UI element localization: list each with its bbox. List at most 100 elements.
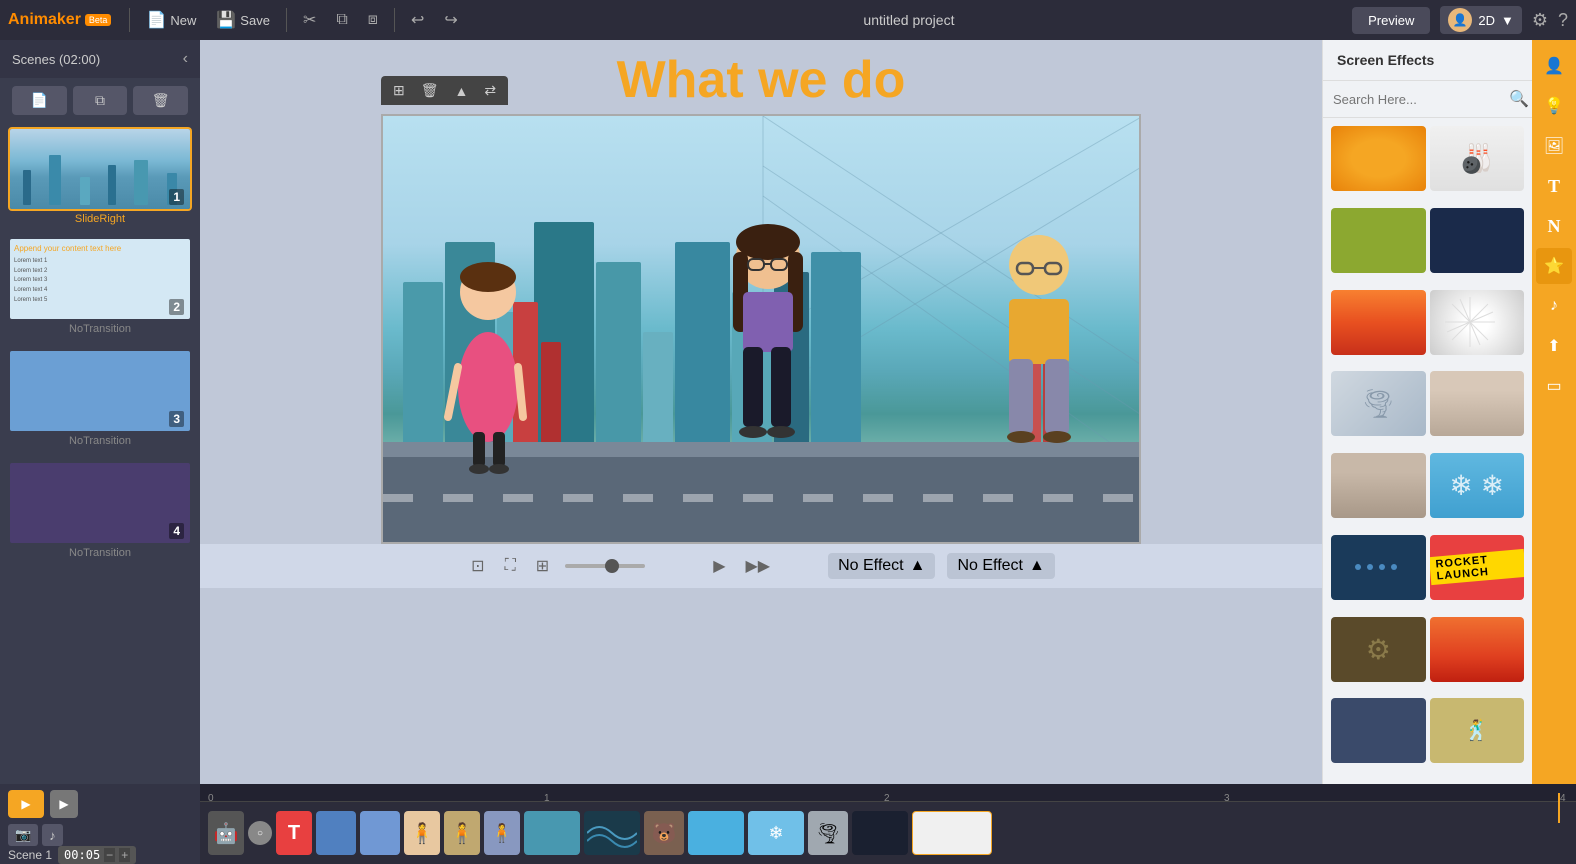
- time-plus-button[interactable]: +: [119, 848, 130, 862]
- play-button[interactable]: ▶: [709, 552, 729, 580]
- canvas-title: What we do: [617, 40, 906, 114]
- scene-thumbnail-3[interactable]: 3: [8, 349, 192, 433]
- grid-button[interactable]: ⊞: [387, 80, 411, 101]
- effect-thumb-1[interactable]: [1331, 126, 1426, 191]
- scene-thumbnail-4[interactable]: 4: [8, 461, 192, 545]
- fit-screen-button[interactable]: ⊡: [467, 552, 488, 580]
- effect-thumb-10[interactable]: ❄ ❄: [1430, 453, 1525, 518]
- track-char2[interactable]: 🧍: [444, 811, 480, 855]
- scene-item-3[interactable]: 3 NoTransition: [8, 349, 192, 453]
- canvas-controls: ⊡ ⛶ ⊞ ▶ ▶▶ No Effect ▲ No Effect ▲: [200, 544, 1322, 588]
- effect-thumb-6[interactable]: [1430, 290, 1525, 355]
- transition-icon-button[interactable]: ▭: [1536, 368, 1572, 404]
- effect2-up-icon: ▲: [1029, 557, 1045, 575]
- music-icon-button[interactable]: ♪: [1536, 288, 1572, 324]
- character-left[interactable]: [443, 257, 533, 482]
- scene-label-1: SlideRight: [8, 211, 192, 229]
- delete-scene-button[interactable]: 🗑: [133, 86, 188, 115]
- effect-thumb-2[interactable]: 🎳: [1430, 126, 1525, 191]
- track-tornado[interactable]: 🌪: [808, 811, 848, 855]
- paste-button[interactable]: ⧈: [360, 7, 386, 33]
- settings-icon[interactable]: ⚙: [1532, 10, 1548, 31]
- undo-button[interactable]: ↩: [403, 6, 432, 34]
- effect-thumb-8[interactable]: [1430, 371, 1525, 436]
- effect-thumb-15[interactable]: [1331, 698, 1426, 763]
- effects-search-input[interactable]: [1333, 92, 1509, 107]
- effect-thumb-7[interactable]: 🌪: [1331, 371, 1426, 436]
- timeline-info: Scene 1 00:05 − +: [8, 846, 192, 864]
- fullscreen-button[interactable]: ⛶: [501, 553, 520, 579]
- props-icon-button[interactable]: 💡: [1536, 88, 1572, 124]
- track-circle[interactable]: ○: [248, 821, 272, 845]
- preview-button[interactable]: Preview: [1352, 7, 1430, 34]
- scene-transition-2: NoTransition: [8, 321, 192, 341]
- timeline-camera: 📷 ♪: [8, 824, 192, 846]
- time-display: 00:05 − +: [58, 846, 136, 864]
- font-icon-button[interactable]: N: [1536, 208, 1572, 244]
- swap-button[interactable]: ⇄: [478, 80, 502, 101]
- track-city[interactable]: [524, 811, 580, 855]
- scene-item-2[interactable]: Append your content text here Lorem text…: [8, 237, 192, 341]
- copy-button[interactable]: ⧉: [328, 7, 355, 33]
- character-center[interactable]: [713, 217, 813, 482]
- effect-thumb-11[interactable]: [1331, 535, 1426, 600]
- track-robot[interactable]: 🤖: [208, 811, 244, 855]
- canvas-container[interactable]: [381, 114, 1141, 544]
- camera-button[interactable]: 📷: [8, 824, 38, 846]
- mode-selector[interactable]: 👤 2D ▼: [1440, 6, 1522, 34]
- effect1-up-icon: ▲: [910, 557, 926, 575]
- upload-icon-button[interactable]: ⬆: [1536, 328, 1572, 364]
- track-waves[interactable]: [584, 811, 640, 855]
- track-blue2[interactable]: [360, 811, 400, 855]
- effect-thumb-5[interactable]: [1331, 290, 1426, 355]
- track-char3[interactable]: 🧍: [484, 811, 520, 855]
- scene-item-4[interactable]: 4 NoTransition: [8, 461, 192, 565]
- text-icon-button[interactable]: T: [1536, 168, 1572, 204]
- scene-thumbnail-1[interactable]: 1: [8, 127, 192, 211]
- track-blue1[interactable]: [316, 811, 356, 855]
- new-scene-button[interactable]: 📄: [12, 86, 67, 115]
- effect-thumb-12[interactable]: ROCKET LAUNCH: [1430, 535, 1525, 600]
- grid-toggle-button[interactable]: ⊞: [532, 552, 553, 580]
- transform-button[interactable]: ▲: [449, 80, 475, 101]
- collapse-scenes-button[interactable]: ‹: [183, 50, 188, 68]
- help-icon[interactable]: ?: [1558, 10, 1568, 31]
- paste-icon: ⧈: [368, 11, 378, 29]
- effect-thumb-4[interactable]: [1430, 208, 1525, 273]
- copy-scene-button[interactable]: ⧉: [73, 86, 128, 115]
- save-button[interactable]: 💾 Save: [208, 6, 278, 34]
- new-button[interactable]: 📄 New: [138, 6, 204, 34]
- redo-button[interactable]: ↪: [436, 6, 465, 34]
- delete-element-button[interactable]: 🗑: [415, 80, 445, 101]
- effect-thumb-3[interactable]: [1331, 208, 1426, 273]
- effect-thumb-13[interactable]: ⚙: [1331, 617, 1426, 682]
- play-small-button[interactable]: ▶: [50, 790, 78, 818]
- divider3: [394, 8, 395, 32]
- effect-selector-2[interactable]: No Effect ▲: [947, 553, 1054, 579]
- skip-button[interactable]: ▶▶: [742, 552, 775, 580]
- effect-thumb-9[interactable]: [1331, 453, 1426, 518]
- image-icon-button[interactable]: 🖼: [1536, 128, 1572, 164]
- character-right[interactable]: [989, 227, 1089, 482]
- track-white[interactable]: [912, 811, 992, 855]
- play-main-button[interactable]: ▶: [8, 790, 44, 818]
- effect-thumb-16[interactable]: 🕺: [1430, 698, 1525, 763]
- track-snow2[interactable]: ❄: [748, 811, 804, 855]
- time-minus-button[interactable]: −: [104, 848, 115, 862]
- track-text[interactable]: T: [276, 811, 312, 855]
- ruler-mark-4: 4: [1560, 793, 1566, 804]
- scene-thumbnail-2[interactable]: Append your content text here Lorem text…: [8, 237, 192, 321]
- cut-button[interactable]: ✂: [295, 6, 324, 34]
- scene-item-1[interactable]: 1 SlideRight: [8, 127, 192, 229]
- effect-thumb-14[interactable]: [1430, 617, 1525, 682]
- track-dark[interactable]: [852, 811, 908, 855]
- track-bear[interactable]: 🐻: [644, 811, 684, 855]
- zoom-slider[interactable]: [565, 564, 645, 568]
- effects-icon-button[interactable]: ⭐: [1536, 248, 1572, 284]
- track-sky[interactable]: [688, 811, 744, 855]
- effect-selector-1[interactable]: No Effect ▲: [828, 553, 935, 579]
- track-char1[interactable]: 🧍: [404, 811, 440, 855]
- save-label: Save: [240, 13, 270, 28]
- music-track-button[interactable]: ♪: [42, 824, 63, 846]
- characters-icon-button[interactable]: 👤: [1536, 48, 1572, 84]
